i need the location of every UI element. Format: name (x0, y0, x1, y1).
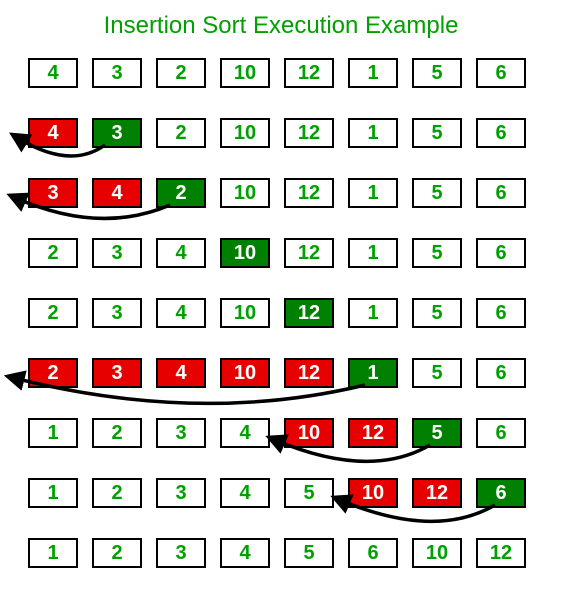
array-cell: 4 (220, 478, 270, 508)
array-cell: 4 (28, 58, 78, 88)
array-cell: 12 (284, 238, 334, 268)
array-cell: 3 (156, 538, 206, 568)
array-cell: 2 (28, 358, 78, 388)
array-cell: 4 (220, 538, 270, 568)
array-cell: 12 (284, 178, 334, 208)
array-row: 1234101256 (28, 418, 562, 448)
array-cell: 3 (92, 118, 142, 148)
array-cell: 4 (156, 298, 206, 328)
array-cell: 1 (348, 118, 398, 148)
array-cell: 6 (476, 358, 526, 388)
array-row: 432 10 12 156 (28, 58, 562, 88)
array-cell: 3 (92, 298, 142, 328)
array-cell: 10 (412, 538, 462, 568)
array-cell: 2 (156, 178, 206, 208)
array-cell: 5 (412, 58, 462, 88)
array-row: 1234510126 (28, 478, 562, 508)
array-cell: 5 (284, 538, 334, 568)
array-cell: 5 (412, 358, 462, 388)
array-cell: 3 (92, 238, 142, 268)
array-cell: 10 (220, 58, 270, 88)
array-cell: 6 (476, 478, 526, 508)
array-cell: 5 (412, 118, 462, 148)
array-cell: 2 (92, 538, 142, 568)
array-cell: 4 (156, 238, 206, 268)
array-cell: 10 (220, 118, 270, 148)
array-cell: 12 (284, 358, 334, 388)
array-cell: 12 (476, 538, 526, 568)
array-cell: 10 (220, 298, 270, 328)
array-cell: 10 (348, 478, 398, 508)
array-cell: 1 (348, 358, 398, 388)
array-cell: 1 (28, 538, 78, 568)
array-cell: 2 (28, 238, 78, 268)
array-row: 1234561012 (28, 538, 562, 568)
array-cell: 6 (476, 118, 526, 148)
array-row: 342 10 12 156 (28, 178, 562, 208)
array-cell: 2 (92, 478, 142, 508)
array-cell: 3 (92, 58, 142, 88)
array-cell: 12 (348, 418, 398, 448)
rows-container: 4321012156432101215634210121562341012156… (0, 58, 562, 568)
array-cell: 4 (92, 178, 142, 208)
array-cell: 12 (284, 298, 334, 328)
diagram-title: Insertion Sort Execution Example (0, 12, 562, 40)
array-cell: 5 (412, 418, 462, 448)
array-cell: 3 (156, 418, 206, 448)
diagram-container: Insertion Sort Execution Example 4321012… (0, 0, 562, 568)
array-cell: 6 (476, 298, 526, 328)
array-cell: 6 (476, 418, 526, 448)
array-cell: 1 (28, 478, 78, 508)
array-cell: 3 (28, 178, 78, 208)
array-cell: 6 (476, 238, 526, 268)
array-cell: 10 (220, 358, 270, 388)
array-row: 234 10 12 156 (28, 238, 562, 268)
array-cell: 1 (348, 298, 398, 328)
array-cell: 5 (284, 478, 334, 508)
array-cell: 12 (412, 478, 462, 508)
array-cell: 1 (28, 418, 78, 448)
array-cell: 1 (348, 58, 398, 88)
array-cell: 2 (156, 118, 206, 148)
array-cell: 2 (28, 298, 78, 328)
array-cell: 12 (284, 58, 334, 88)
array-cell: 10 (284, 418, 334, 448)
array-row: 432 10 12 156 (28, 118, 562, 148)
array-cell: 6 (348, 538, 398, 568)
array-cell: 10 (220, 238, 270, 268)
array-cell: 3 (92, 358, 142, 388)
array-cell: 6 (476, 178, 526, 208)
array-cell: 1 (348, 178, 398, 208)
array-cell: 3 (156, 478, 206, 508)
array-cell: 12 (284, 118, 334, 148)
array-cell: 6 (476, 58, 526, 88)
array-cell: 4 (28, 118, 78, 148)
array-cell: 2 (92, 418, 142, 448)
array-row: 234 10 12 156 (28, 298, 562, 328)
array-cell: 5 (412, 178, 462, 208)
array-cell: 1 (348, 238, 398, 268)
array-cell: 4 (156, 358, 206, 388)
array-row: 234 10 12 156 (28, 358, 562, 388)
array-cell: 5 (412, 238, 462, 268)
array-cell: 4 (220, 418, 270, 448)
array-cell: 2 (156, 58, 206, 88)
array-cell: 5 (412, 298, 462, 328)
array-cell: 10 (220, 178, 270, 208)
